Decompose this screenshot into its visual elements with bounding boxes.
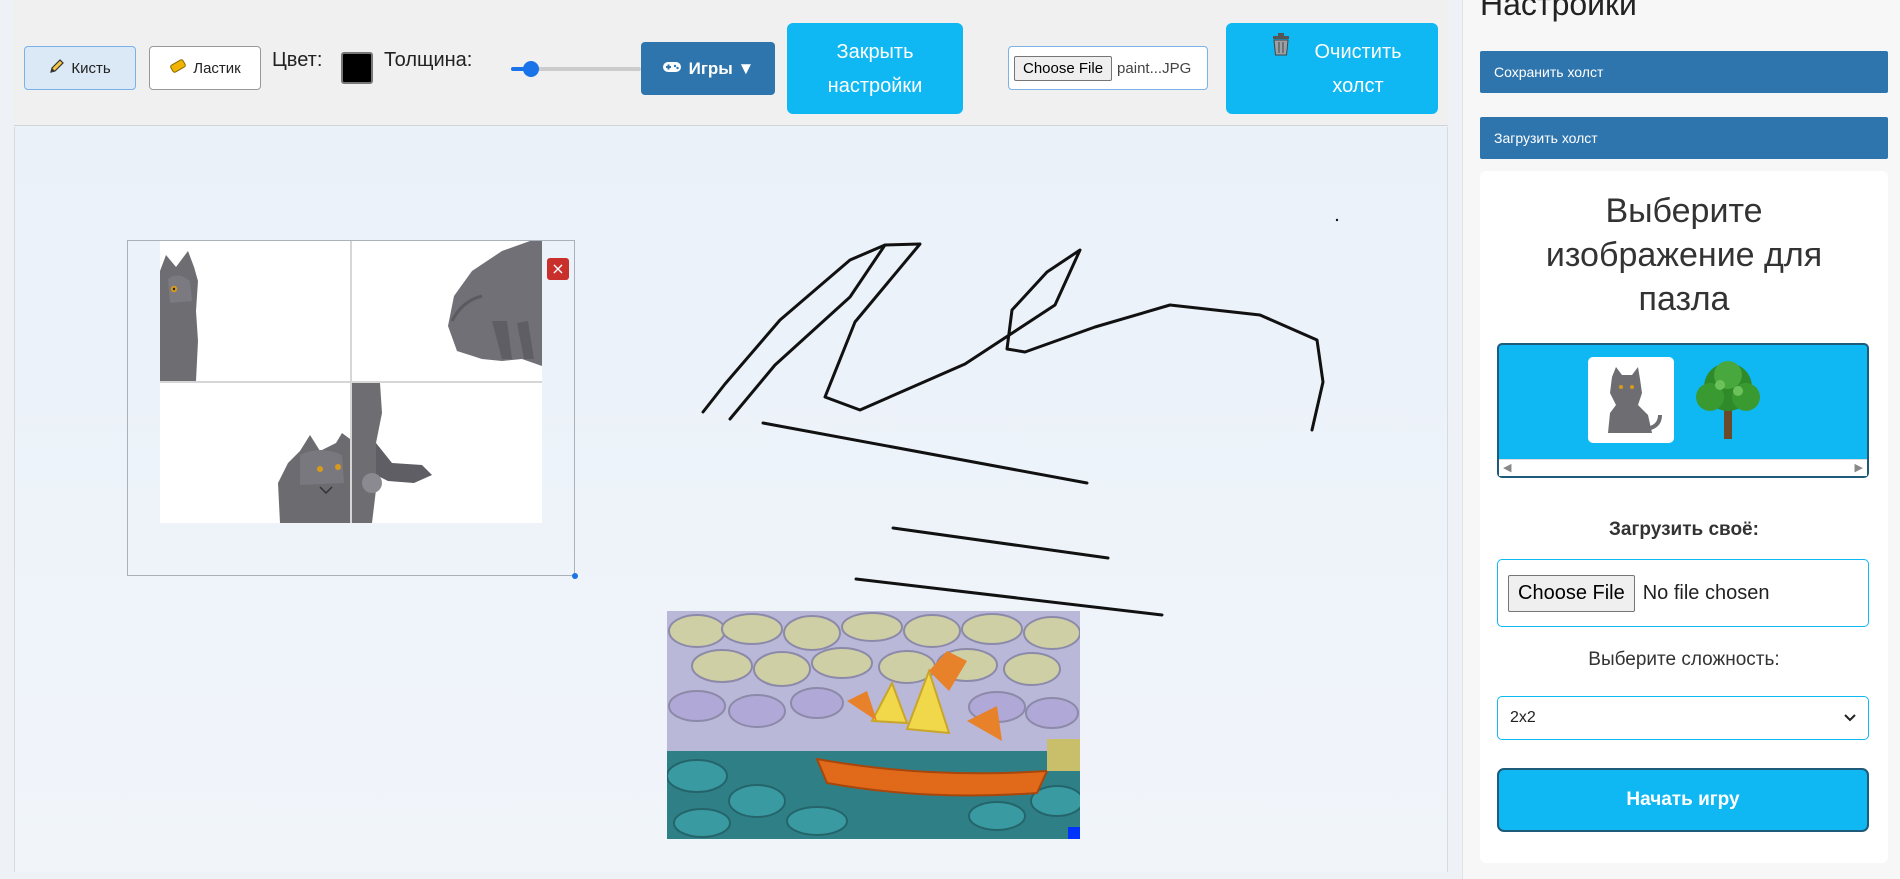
puzzle-piece[interactable]	[352, 383, 542, 523]
thickness-label: Толщина:	[384, 49, 473, 71]
resize-handle[interactable]	[1068, 827, 1080, 839]
cat-image	[352, 383, 432, 523]
puzzle-board[interactable]	[160, 241, 542, 523]
close-settings-label: Закрыть настройки	[827, 40, 923, 97]
painting-artwork	[667, 611, 1080, 839]
difficulty-value: 2x2	[1510, 709, 1536, 726]
upload-own-label: Загрузить своё:	[1609, 519, 1759, 540]
settings-panel: Настройки Сохранить холст Загрузить холс…	[1462, 0, 1900, 879]
gallery-item-cat[interactable]	[1588, 357, 1674, 443]
resize-handle[interactable]	[572, 573, 578, 579]
cat-image	[448, 241, 542, 366]
toolbar: Кисть Ластик Цвет: Толщина: Игры ▼ Закры…	[14, 0, 1448, 126]
difficulty-select[interactable]: 2x2	[1497, 696, 1869, 740]
eraser-label: Ластик	[193, 59, 241, 77]
load-canvas-button[interactable]: Загрузить холст	[1480, 117, 1888, 159]
puzzle-settings-card: Выберите изображение для пазла ◀ ▶ Загру…	[1480, 171, 1888, 863]
gamepad-icon	[662, 59, 682, 79]
gallery-item-tree[interactable]	[1686, 357, 1772, 443]
save-canvas-button[interactable]: Сохранить холст	[1480, 51, 1888, 93]
brush-label: Кисть	[71, 59, 111, 77]
scroll-right-icon[interactable]: ▶	[1855, 461, 1863, 474]
chevron-down-icon	[1844, 709, 1856, 727]
choose-file-button[interactable]: Choose File	[1014, 55, 1113, 81]
cat-image	[278, 433, 350, 523]
painting-image[interactable]	[667, 611, 1080, 839]
close-settings-button[interactable]: Закрыть настройки	[787, 23, 963, 114]
tree-thumbnail	[1696, 361, 1760, 439]
file-name: paint...JPG	[1117, 59, 1192, 77]
close-puzzle-icon[interactable]: ×	[547, 258, 569, 280]
cat-thumbnail	[1608, 367, 1662, 433]
scroll-left-icon[interactable]: ◀	[1503, 461, 1511, 474]
upload-file-input[interactable]: Choose File No file chosen	[1497, 559, 1869, 627]
pencil-icon	[49, 58, 65, 78]
cat-image	[160, 251, 198, 381]
gallery-scrollbar[interactable]: ◀ ▶	[1499, 459, 1867, 476]
games-label: Игры ▼	[688, 58, 755, 78]
color-label: Цвет:	[272, 49, 323, 71]
eraser-button[interactable]: Ластик	[149, 46, 261, 90]
trash-icon	[1270, 31, 1292, 68]
thickness-slider[interactable]	[511, 59, 641, 79]
choose-image-heading: Выберите изображение для пазла	[1545, 192, 1823, 318]
puzzle-piece[interactable]	[160, 241, 350, 381]
color-picker[interactable]	[341, 52, 373, 84]
eraser-icon	[169, 58, 187, 78]
puzzle-piece[interactable]	[160, 383, 350, 523]
upload-choose-file-button[interactable]: Choose File	[1508, 574, 1635, 612]
drawing-canvas[interactable]: ×	[14, 127, 1448, 872]
image-gallery[interactable]: ◀ ▶	[1497, 343, 1869, 478]
clear-canvas-button[interactable]: Очистить холст	[1226, 23, 1438, 114]
slider-knob[interactable]	[523, 61, 539, 77]
brush-button[interactable]: Кисть	[24, 46, 136, 90]
settings-title: Настройки	[1480, 0, 1637, 22]
upload-status: No file chosen	[1642, 581, 1770, 604]
puzzle-piece[interactable]	[352, 241, 542, 381]
difficulty-label: Выберите сложность:	[1588, 649, 1780, 670]
clear-canvas-label: Очистить холст	[1314, 40, 1402, 97]
start-game-button[interactable]: Начать игру	[1497, 768, 1869, 832]
games-menu-button[interactable]: Игры ▼	[641, 42, 775, 95]
toolbar-file-input[interactable]: Choose File paint...JPG	[1008, 46, 1208, 90]
